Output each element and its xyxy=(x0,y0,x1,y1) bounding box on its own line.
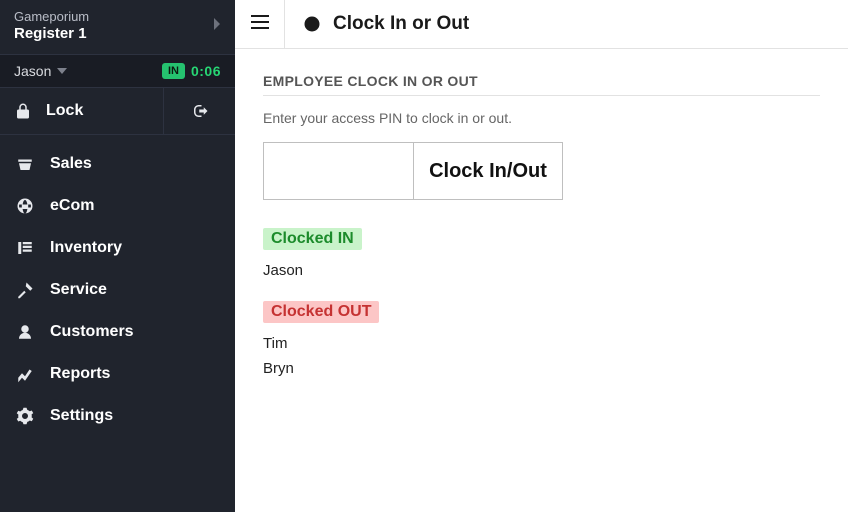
session-timer: 0:06 xyxy=(191,63,221,79)
topbar: Clock In or Out xyxy=(235,0,848,49)
sign-out-button[interactable] xyxy=(163,88,235,134)
status-badge: IN xyxy=(162,63,185,79)
page-title-text: Clock In or Out xyxy=(333,13,469,35)
clock-icon xyxy=(303,15,321,33)
sidebar-item-settings[interactable]: Settings xyxy=(0,395,235,437)
sidebar-item-reports[interactable]: Reports xyxy=(0,353,235,395)
pin-row: Clock In/Out xyxy=(263,142,563,200)
sales-icon xyxy=(14,155,36,173)
sidebar-item-sales[interactable]: Sales xyxy=(0,143,235,185)
lock-button[interactable]: Lock xyxy=(0,88,163,134)
employee-name: Tim xyxy=(263,331,820,356)
content: EMPLOYEE CLOCK IN OR OUT Enter your acce… xyxy=(235,49,848,405)
clocked-out-group: Clocked OUT TimBryn xyxy=(263,301,820,381)
customers-icon xyxy=(14,323,36,341)
gear-icon xyxy=(14,407,36,425)
sidebar-item-label: eCom xyxy=(50,197,94,215)
sidebar-nav: Sales eCom Inventory Service Customers xyxy=(0,135,235,437)
sidebar-item-label: Service xyxy=(50,281,107,299)
chevron-right-icon xyxy=(213,18,221,30)
sidebar-item-label: Sales xyxy=(50,155,92,173)
reports-icon xyxy=(14,365,36,383)
user-name: Jason xyxy=(14,63,51,79)
service-icon xyxy=(14,281,36,299)
globe-icon xyxy=(14,197,36,215)
sidebar-header[interactable]: Gameporium Register 1 xyxy=(0,0,235,55)
sidebar-item-label: Settings xyxy=(50,407,113,425)
sidebar-item-service[interactable]: Service xyxy=(0,269,235,311)
sidebar-item-label: Customers xyxy=(50,323,134,341)
app-name: Gameporium xyxy=(14,10,221,25)
clocked-in-list: Jason xyxy=(263,258,820,283)
user-switcher[interactable]: Jason IN 0:06 xyxy=(0,55,235,88)
menu-button[interactable] xyxy=(235,0,285,49)
clock-in-out-button[interactable]: Clock In/Out xyxy=(413,142,563,200)
clocked-in-group: Clocked IN Jason xyxy=(263,228,820,283)
register-name: Register 1 xyxy=(14,25,221,42)
lock-row: Lock xyxy=(0,88,235,135)
employee-name: Bryn xyxy=(263,356,820,381)
page-title: Clock In or Out xyxy=(285,13,469,35)
pin-input[interactable] xyxy=(263,142,413,200)
sidebar-item-label: Inventory xyxy=(50,239,122,257)
hint-text: Enter your access PIN to clock in or out… xyxy=(263,110,820,126)
clocked-out-list: TimBryn xyxy=(263,331,820,381)
sidebar-item-customers[interactable]: Customers xyxy=(0,311,235,353)
inventory-icon xyxy=(14,239,36,257)
sidebar: Gameporium Register 1 Jason IN 0:06 Lock xyxy=(0,0,235,512)
user-status: IN 0:06 xyxy=(162,63,221,79)
lock-label: Lock xyxy=(46,102,83,120)
sidebar-item-inventory[interactable]: Inventory xyxy=(0,227,235,269)
chevron-down-icon xyxy=(57,68,67,74)
main: Clock In or Out EMPLOYEE CLOCK IN OR OUT… xyxy=(235,0,848,512)
sidebar-item-ecom[interactable]: eCom xyxy=(0,185,235,227)
sign-out-icon xyxy=(191,102,209,120)
hamburger-icon xyxy=(251,15,269,34)
clocked-in-tag: Clocked IN xyxy=(263,228,362,250)
employee-name: Jason xyxy=(263,258,820,283)
section-title: EMPLOYEE CLOCK IN OR OUT xyxy=(263,73,820,96)
lock-icon xyxy=(14,102,32,120)
sidebar-item-label: Reports xyxy=(50,365,110,383)
clocked-out-tag: Clocked OUT xyxy=(263,301,379,323)
